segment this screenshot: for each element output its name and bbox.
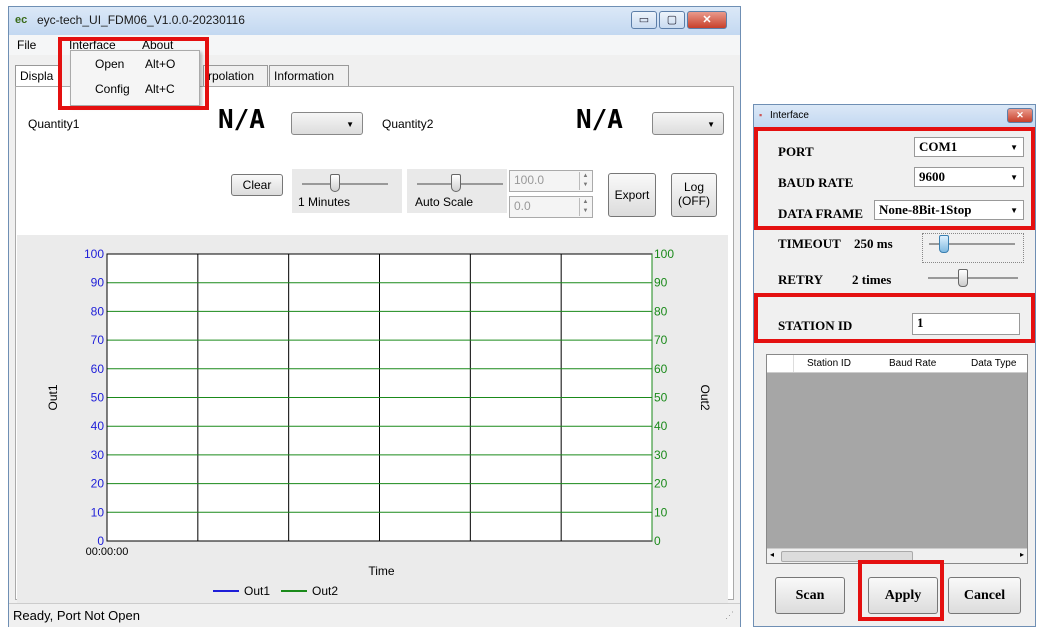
slider-thumb[interactable] (330, 174, 340, 192)
log-state: (OFF) (678, 194, 710, 208)
x-tick-label: 00:00:00 (86, 546, 129, 558)
left-y-tick-label: 40 (91, 419, 105, 433)
slider-track (302, 183, 388, 185)
menu-file[interactable]: File (17, 38, 36, 52)
scale-min-input[interactable]: 0.0 ▲ ▼ (509, 196, 593, 218)
timeout-label: TIMEOUT (778, 236, 841, 251)
tab-interpolation[interactable]: rpolation (203, 65, 268, 86)
right-y-tick-label: 30 (654, 448, 668, 462)
chart-area: 0 0 10 10 20 20 30 30 40 40 50 50 60 60 70 70 80 80 90 90 10… (17, 235, 728, 604)
scroll-right-icon[interactable]: ▸ (1020, 550, 1024, 559)
timeout-value: 250 ms (854, 236, 893, 251)
chevron-down-icon: ▼ (346, 120, 354, 129)
scale-max-input[interactable]: 100.0 ▲ ▼ (509, 170, 593, 192)
tab-display[interactable]: Displa (15, 65, 59, 86)
scale-max-value: 100.0 (514, 173, 545, 187)
quantity2-unit-select[interactable]: ▼ (652, 112, 724, 135)
spinner-arrows-icon[interactable]: ▲ ▼ (579, 198, 591, 216)
left-y-tick-label: 100 (84, 247, 104, 261)
highlight-box-apply (858, 560, 944, 621)
time-range-slider[interactable]: 1 Minutes (292, 169, 402, 213)
scale-min-value: 0.0 (514, 199, 531, 213)
slider-thumb[interactable] (451, 174, 461, 192)
row-header-corner (767, 355, 794, 372)
dialog-app-icon: ▪ (759, 110, 763, 120)
legend-label: Out1 (244, 584, 270, 598)
highlight-box-port-settings (754, 127, 1035, 230)
title-bar[interactable]: ec eyc-tech_UI_FDM06_V1.0.0-20230116 ▭ ▢… (9, 7, 740, 35)
scan-button[interactable]: Scan (775, 577, 845, 614)
scale-slider[interactable]: Auto Scale (407, 169, 507, 213)
column-header-station-id[interactable]: Station ID (807, 358, 851, 369)
legend-label: Out2 (312, 584, 338, 598)
clear-button[interactable]: Clear (231, 174, 283, 196)
quantity1-label: Quantity1 (28, 117, 80, 131)
right-y-tick-label: 100 (654, 247, 674, 261)
left-y-tick-label: 10 (91, 505, 105, 519)
highlight-box-station-id (754, 293, 1035, 343)
timeout-slider[interactable] (922, 233, 1024, 263)
right-y-tick-label: 0 (654, 534, 661, 548)
right-y-tick-label: 40 (654, 419, 668, 433)
tab-information[interactable]: Information (269, 65, 349, 86)
log-label: Log (683, 180, 705, 194)
table-header-row: Station ID Baud Rate Data Type (767, 355, 1027, 373)
quantity2-value: N/A (576, 105, 623, 135)
scale-label: Auto Scale (415, 195, 474, 209)
resize-grip-icon[interactable]: ⋰ (725, 610, 734, 621)
left-y-tick-label: 90 (91, 276, 105, 290)
highlight-box-menu (58, 37, 209, 110)
left-y-tick-label: 50 (91, 391, 105, 405)
slider-thumb[interactable] (958, 269, 968, 287)
slider-thumb[interactable] (939, 235, 949, 253)
column-header-data-type[interactable]: Data Type (971, 358, 1016, 369)
log-button[interactable]: Log (OFF) (671, 173, 717, 217)
right-y-tick-label: 80 (654, 304, 668, 318)
chart-svg: 0 010 1020 2030 3040 4050 5060 6070 7080 8090 9010… (46, 247, 712, 598)
x-axis-title: Time (368, 564, 395, 578)
left-y-axis-title: Out1 (46, 384, 60, 410)
right-y-tick-label: 70 (654, 333, 668, 347)
left-y-tick-label: 80 (91, 304, 105, 318)
close-button[interactable]: ✕ (687, 11, 727, 29)
right-y-tick-label: 90 (654, 276, 668, 290)
left-y-tick-label: 30 (91, 448, 105, 462)
dialog-title-bar[interactable]: ▪ Interface ✕ (754, 105, 1035, 127)
right-y-axis-title: Out2 (698, 384, 712, 410)
minimize-button[interactable]: ▭ (631, 11, 657, 29)
status-bar: Ready, Port Not Open ⋰ (9, 603, 740, 627)
export-button[interactable]: Export (608, 173, 656, 217)
slider-track (928, 277, 1018, 279)
right-y-tick-label: 20 (654, 477, 668, 491)
scroll-left-icon[interactable]: ◂ (770, 550, 774, 559)
retry-value: 2 times (852, 272, 892, 287)
left-y-tick-label: 20 (91, 477, 105, 491)
left-y-tick-label: 60 (91, 362, 105, 376)
chevron-down-icon: ▼ (707, 120, 715, 129)
dialog-title: Interface (770, 110, 809, 121)
maximize-button[interactable]: ▢ (659, 11, 685, 29)
station-table[interactable]: Station ID Baud Rate Data Type ◂ ▸ (766, 354, 1028, 564)
retry-slider[interactable] (926, 267, 1022, 289)
column-header-baud-rate[interactable]: Baud Rate (889, 358, 936, 369)
window-title: eyc-tech_UI_FDM06_V1.0.0-20230116 (37, 13, 245, 27)
interface-dialog: ▪ Interface ✕ PORT COM1 ▼ BAUD RATE 9600… (753, 104, 1036, 627)
quantity1-unit-select[interactable]: ▼ (291, 112, 363, 135)
right-y-tick-label: 60 (654, 362, 668, 376)
dialog-close-button[interactable]: ✕ (1007, 108, 1033, 123)
left-y-tick-label: 70 (91, 333, 105, 347)
quantity2-label: Quantity2 (382, 117, 434, 131)
right-y-tick-label: 10 (654, 505, 668, 519)
quantity1-value: N/A (218, 105, 265, 135)
spinner-arrows-icon[interactable]: ▲ ▼ (579, 172, 591, 190)
status-text: Ready, Port Not Open (13, 608, 140, 623)
app-icon: ec (15, 14, 28, 26)
right-y-tick-label: 50 (654, 391, 668, 405)
cancel-button[interactable]: Cancel (948, 577, 1021, 614)
retry-label: RETRY (778, 272, 824, 287)
time-range-label: 1 Minutes (298, 195, 351, 209)
